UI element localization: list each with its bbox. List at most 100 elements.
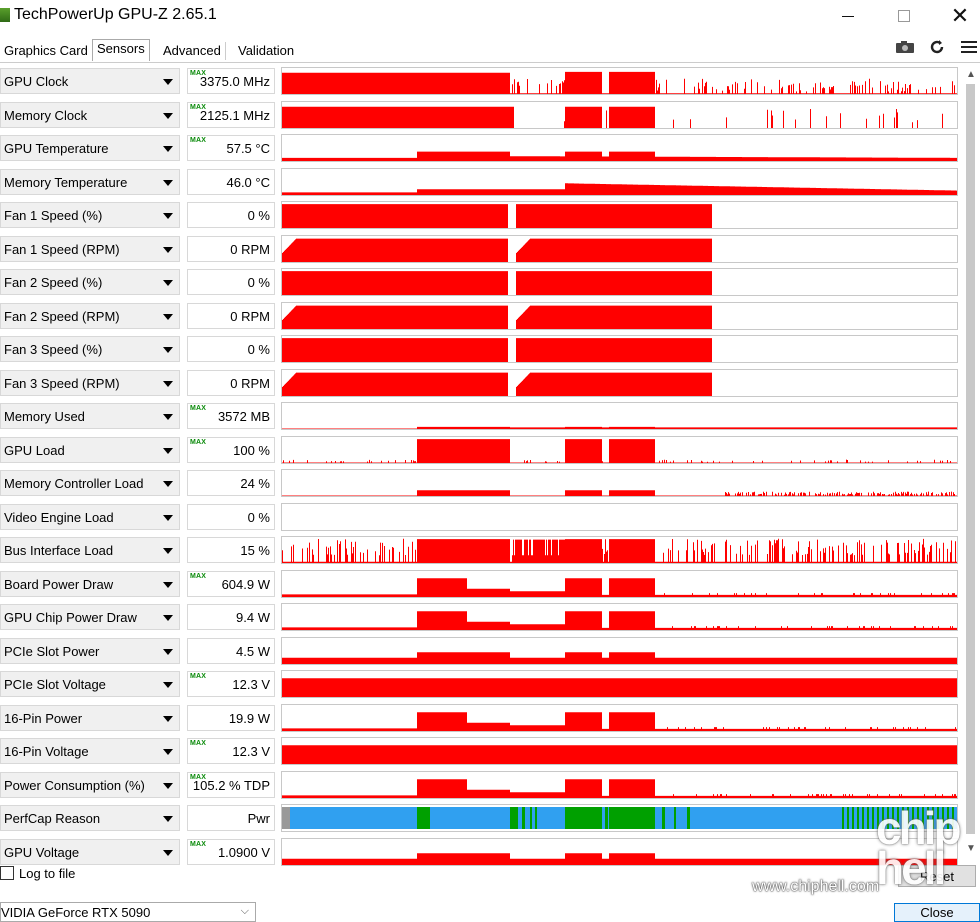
sensor-label-gpu-voltage[interactable]: GPU Voltage bbox=[0, 839, 180, 865]
sensor-label-fan-3-speed-rpm[interactable]: Fan 3 Speed (RPM) bbox=[0, 370, 180, 396]
sensor-value-16-pin-power: 19.9 W bbox=[187, 705, 275, 731]
sensor-label-bus-interface-load[interactable]: Bus Interface Load bbox=[0, 537, 180, 563]
dropdown-arrow-icon[interactable] bbox=[163, 615, 173, 621]
scrollbar[interactable]: ▲ ▼ bbox=[962, 66, 980, 856]
sensor-label-video-engine-load[interactable]: Video Engine Load bbox=[0, 504, 180, 530]
sensor-label-fan-1-speed-rpm[interactable]: Fan 1 Speed (RPM) bbox=[0, 236, 180, 262]
dropdown-arrow-icon[interactable] bbox=[163, 649, 173, 655]
sensor-label-pcie-slot-voltage[interactable]: PCIe Slot Voltage bbox=[0, 671, 180, 697]
perfcap-segment bbox=[522, 807, 525, 829]
dropdown-arrow-icon[interactable] bbox=[163, 180, 173, 186]
log-to-file-checkbox[interactable] bbox=[0, 866, 14, 880]
sensor-label-fan-3-speed[interactable]: Fan 3 Speed (%) bbox=[0, 336, 180, 362]
sensor-label-power-consumption[interactable]: Power Consumption (%) bbox=[0, 772, 180, 798]
sensor-label-gpu-chip-power-draw[interactable]: GPU Chip Power Draw bbox=[0, 604, 180, 630]
close-button[interactable]: Close bbox=[894, 903, 980, 922]
dropdown-arrow-icon[interactable] bbox=[163, 716, 173, 722]
sensor-value-text: 0 % bbox=[247, 342, 270, 357]
dropdown-arrow-icon[interactable] bbox=[163, 783, 173, 789]
dropdown-arrow-icon[interactable] bbox=[163, 515, 173, 521]
sensor-graph-pcie-slot-power bbox=[281, 637, 958, 665]
close-window-button[interactable]: ✕ bbox=[938, 0, 980, 32]
gpu-select-dropdown[interactable]: VIDIA GeForce RTX 5090 ⌵ bbox=[0, 902, 256, 922]
sensor-label-memory-temperature[interactable]: Memory Temperature bbox=[0, 169, 180, 195]
sensor-value-fan-2-speed-rpm: 0 RPM bbox=[187, 303, 275, 329]
tab-advanced[interactable]: Advanced bbox=[159, 42, 226, 60]
sensor-value-fan-2-speed: 0 % bbox=[187, 269, 275, 295]
sensor-row-perfcap-reason: PerfCap Reason Pwr bbox=[0, 803, 962, 833]
sensor-value-text: 57.5 °C bbox=[226, 141, 270, 156]
perfcap-segment bbox=[842, 807, 844, 829]
hamburger-menu-icon[interactable] bbox=[958, 38, 980, 56]
dropdown-arrow-icon[interactable] bbox=[163, 280, 173, 286]
dropdown-arrow-icon[interactable] bbox=[163, 582, 173, 588]
sensor-value-text: 1.0900 V bbox=[217, 845, 270, 860]
graph-svg bbox=[282, 538, 957, 563]
dropdown-arrow-icon[interactable] bbox=[163, 314, 173, 320]
sensor-label-fan-2-speed-rpm[interactable]: Fan 2 Speed (RPM) bbox=[0, 303, 180, 329]
dropdown-arrow-icon[interactable] bbox=[163, 79, 173, 85]
dropdown-arrow-icon[interactable] bbox=[163, 113, 173, 119]
graph-svg bbox=[282, 183, 957, 195]
dropdown-arrow-icon[interactable] bbox=[163, 816, 173, 822]
sensor-graph-memory-temperature bbox=[281, 168, 958, 196]
graph-svg bbox=[282, 151, 957, 161]
sensor-graph-fan-1-speed-rpm bbox=[281, 235, 958, 263]
dropdown-arrow-icon[interactable] bbox=[163, 347, 173, 353]
sensor-value-bus-interface-load: 15 % bbox=[187, 537, 275, 563]
sensor-label-gpu-load[interactable]: GPU Load bbox=[0, 437, 180, 463]
sensor-label-fan-2-speed[interactable]: Fan 2 Speed (%) bbox=[0, 269, 180, 295]
sensor-row-gpu-load: GPU Load MAX 100 % bbox=[0, 435, 962, 465]
graph-trace bbox=[282, 426, 957, 429]
sensor-value-text: 105.2 % TDP bbox=[192, 778, 270, 793]
dropdown-arrow-icon[interactable] bbox=[163, 213, 173, 219]
scrollbar-thumb[interactable] bbox=[966, 84, 975, 834]
dropdown-arrow-icon[interactable] bbox=[163, 448, 173, 454]
maximize-button[interactable] bbox=[882, 0, 926, 32]
scroll-up-icon[interactable]: ▲ bbox=[962, 66, 980, 82]
sensor-label-text: Board Power Draw bbox=[4, 577, 114, 592]
sensor-label-fan-1-speed[interactable]: Fan 1 Speed (%) bbox=[0, 202, 180, 228]
sensor-label-text: Fan 2 Speed (RPM) bbox=[4, 309, 120, 324]
sensor-label-text: GPU Chip Power Draw bbox=[4, 610, 137, 625]
sensor-label-memory-controller-load[interactable]: Memory Controller Load bbox=[0, 470, 180, 496]
dropdown-arrow-icon[interactable] bbox=[163, 247, 173, 253]
graph-trace bbox=[282, 538, 957, 563]
gpu-z-app-icon bbox=[0, 8, 10, 22]
dropdown-arrow-icon[interactable] bbox=[163, 381, 173, 387]
sensor-label-perfcap-reason[interactable]: PerfCap Reason bbox=[0, 805, 180, 831]
sensor-value-text: 2125.1 MHz bbox=[199, 108, 270, 123]
dropdown-arrow-icon[interactable] bbox=[163, 146, 173, 152]
camera-icon[interactable] bbox=[894, 38, 916, 56]
sensor-label-gpu-temperature[interactable]: GPU Temperature bbox=[0, 135, 180, 161]
sensor-value-text: 0 RPM bbox=[230, 242, 270, 257]
dropdown-arrow-icon[interactable] bbox=[163, 682, 173, 688]
graph-svg bbox=[282, 439, 957, 463]
sensor-label-memory-used[interactable]: Memory Used bbox=[0, 403, 180, 429]
dropdown-arrow-icon[interactable] bbox=[163, 548, 173, 554]
tab-sensors[interactable]: Sensors bbox=[92, 39, 150, 61]
dropdown-arrow-icon[interactable] bbox=[163, 749, 173, 755]
dropdown-arrow-icon[interactable] bbox=[163, 850, 173, 856]
refresh-icon[interactable] bbox=[926, 38, 948, 56]
dropdown-arrow-icon[interactable] bbox=[163, 481, 173, 487]
sensor-label-board-power-draw[interactable]: Board Power Draw bbox=[0, 571, 180, 597]
minimize-button[interactable] bbox=[826, 0, 870, 32]
perfcap-segment bbox=[662, 807, 665, 829]
sensor-graph-bus-interface-load bbox=[281, 536, 958, 564]
sensor-label-16-pin-voltage[interactable]: 16-Pin Voltage bbox=[0, 738, 180, 764]
sensor-label-pcie-slot-power[interactable]: PCIe Slot Power bbox=[0, 638, 180, 664]
tab-validation[interactable]: Validation bbox=[234, 42, 298, 60]
sensor-row-gpu-temperature: GPU Temperature MAX 57.5 °C bbox=[0, 133, 962, 163]
sensor-label-memory-clock[interactable]: Memory Clock bbox=[0, 102, 180, 128]
tab-graphics-card[interactable]: Graphics Card bbox=[0, 42, 93, 60]
sensor-label-gpu-clock[interactable]: GPU Clock bbox=[0, 68, 180, 94]
sensor-label-text: GPU Temperature bbox=[4, 141, 109, 156]
sensor-label-16-pin-power[interactable]: 16-Pin Power bbox=[0, 705, 180, 731]
dropdown-arrow-icon[interactable] bbox=[163, 414, 173, 420]
graph-svg bbox=[282, 807, 957, 829]
graph-svg bbox=[282, 678, 957, 697]
sensor-label-text: Memory Temperature bbox=[4, 175, 128, 190]
close-icon: ✕ bbox=[950, 3, 970, 28]
perfcap-segment bbox=[847, 807, 849, 829]
